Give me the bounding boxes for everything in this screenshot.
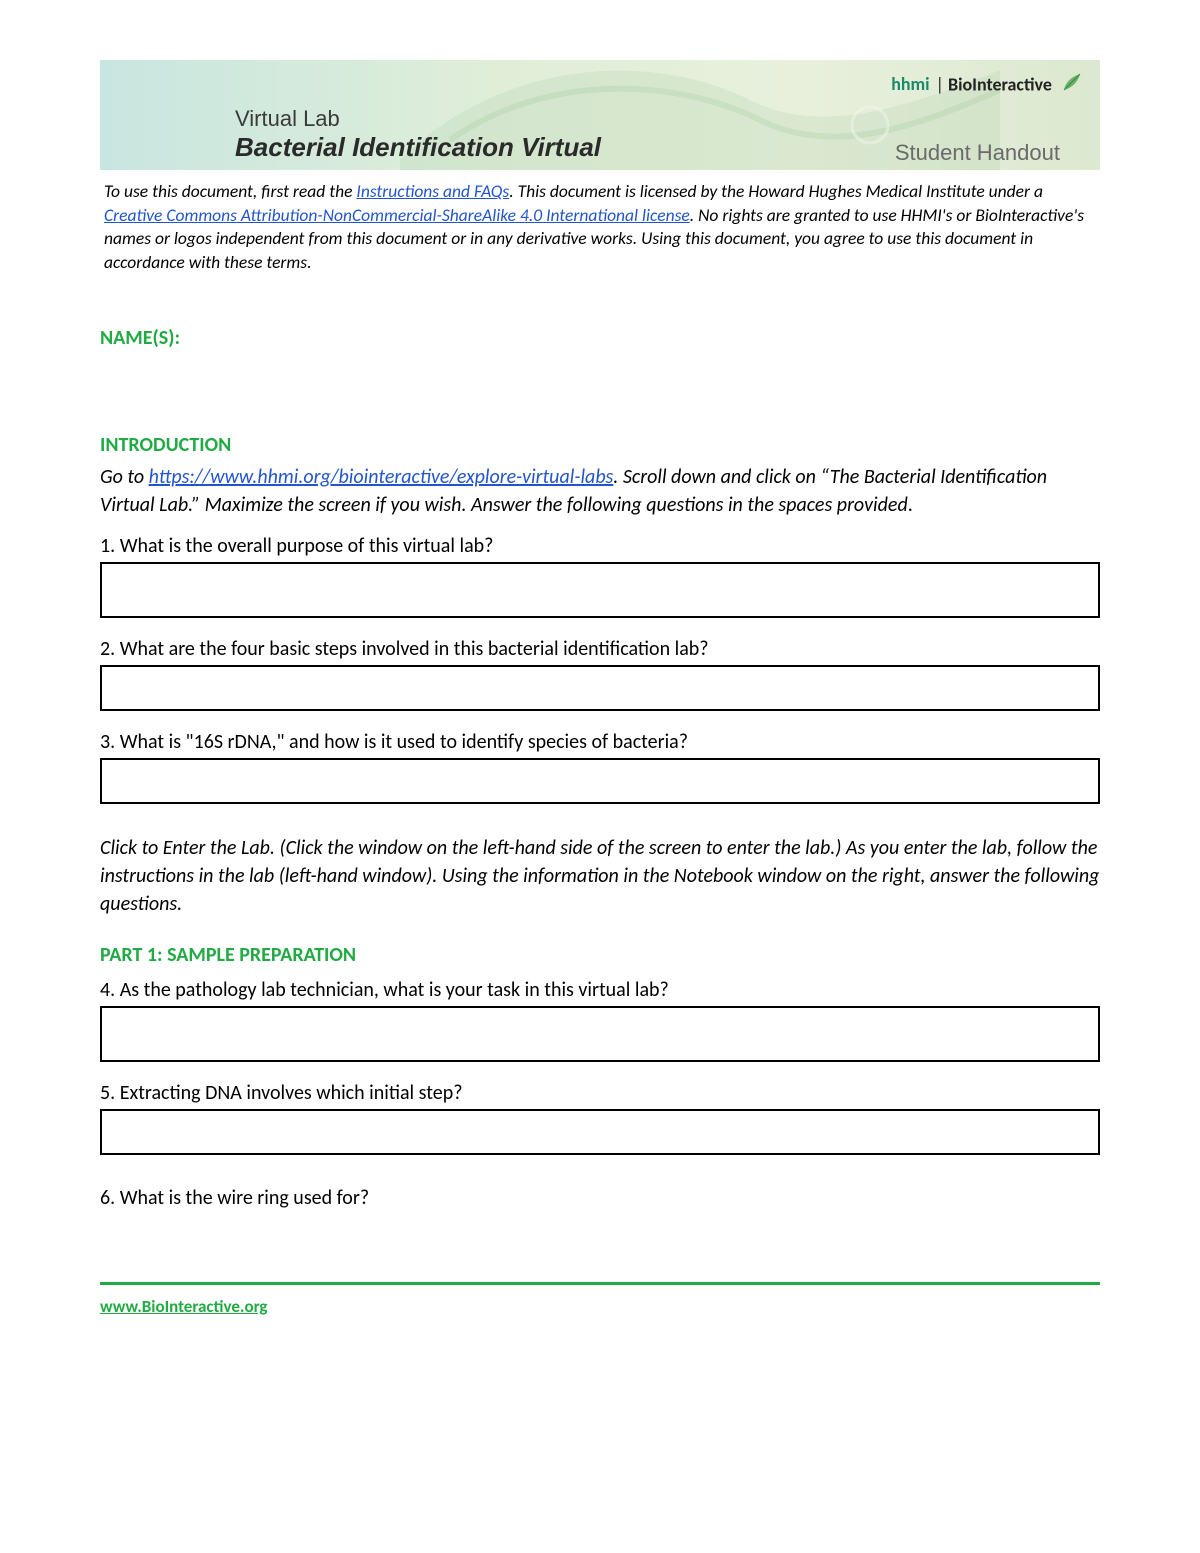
student-handout-label: Student Handout [895,138,1060,168]
footer-rule [100,1282,1100,1285]
logo-separator: | [936,73,944,95]
logo-biointeractive-text: BioInteractive [948,73,1052,95]
answer-box-1[interactable] [100,562,1100,618]
intro-period: . [908,493,913,517]
intro-goto: Go to [100,465,149,489]
virtual-labs-link[interactable]: https://www.hhmi.org/biointeractive/expl… [149,465,614,489]
question-2: 2. What are the four basic steps involve… [100,636,1100,663]
creative-commons-link[interactable]: Creative Commons Attribution-NonCommerci… [104,204,690,226]
question-1: 1. What is the overall purpose of this v… [100,533,1100,560]
answer-box-4[interactable] [100,1006,1100,1062]
header-banner: Virtual Lab Bacterial Identification Vir… [100,60,1100,170]
answer-box-2[interactable] [100,665,1100,711]
banner-title: Bacterial Identification Virtual [235,130,601,165]
part-1-heading: PART 1: SAMPLE PREPARATION [100,942,1100,969]
names-heading: NAME(S): [100,325,1100,352]
banner-logo: hhmi | BioInteractive [891,72,1082,100]
question-4: 4. As the pathology lab technician, what… [100,977,1100,1004]
license-text: To use this document, first read the Ins… [104,180,1096,275]
question-5: 5. Extracting DNA involves which initial… [100,1080,1100,1107]
enter-lab-instructions: Click to Enter the Lab. (Click the windo… [100,834,1100,918]
question-3: 3. What is "16S rDNA," and how is it use… [100,729,1100,756]
answer-box-5[interactable] [100,1109,1100,1155]
license-mid1: . This document is licensed by the Howar… [509,180,1043,202]
introduction-text: Go to https://www.hhmi.org/biointeractiv… [100,463,1100,519]
question-6: 6. What is the wire ring used for? [100,1185,1100,1212]
instructions-faq-link[interactable]: Instructions and FAQs [356,180,509,202]
leaf-icon [1060,72,1082,100]
introduction-heading: INTRODUCTION [100,432,1100,459]
footer-link[interactable]: www.BioInteractive.org [100,1296,268,1317]
answer-box-3[interactable] [100,758,1100,804]
license-prefix: To use this document, first read the [104,180,356,202]
logo-hhmi-text: hhmi [891,73,929,95]
